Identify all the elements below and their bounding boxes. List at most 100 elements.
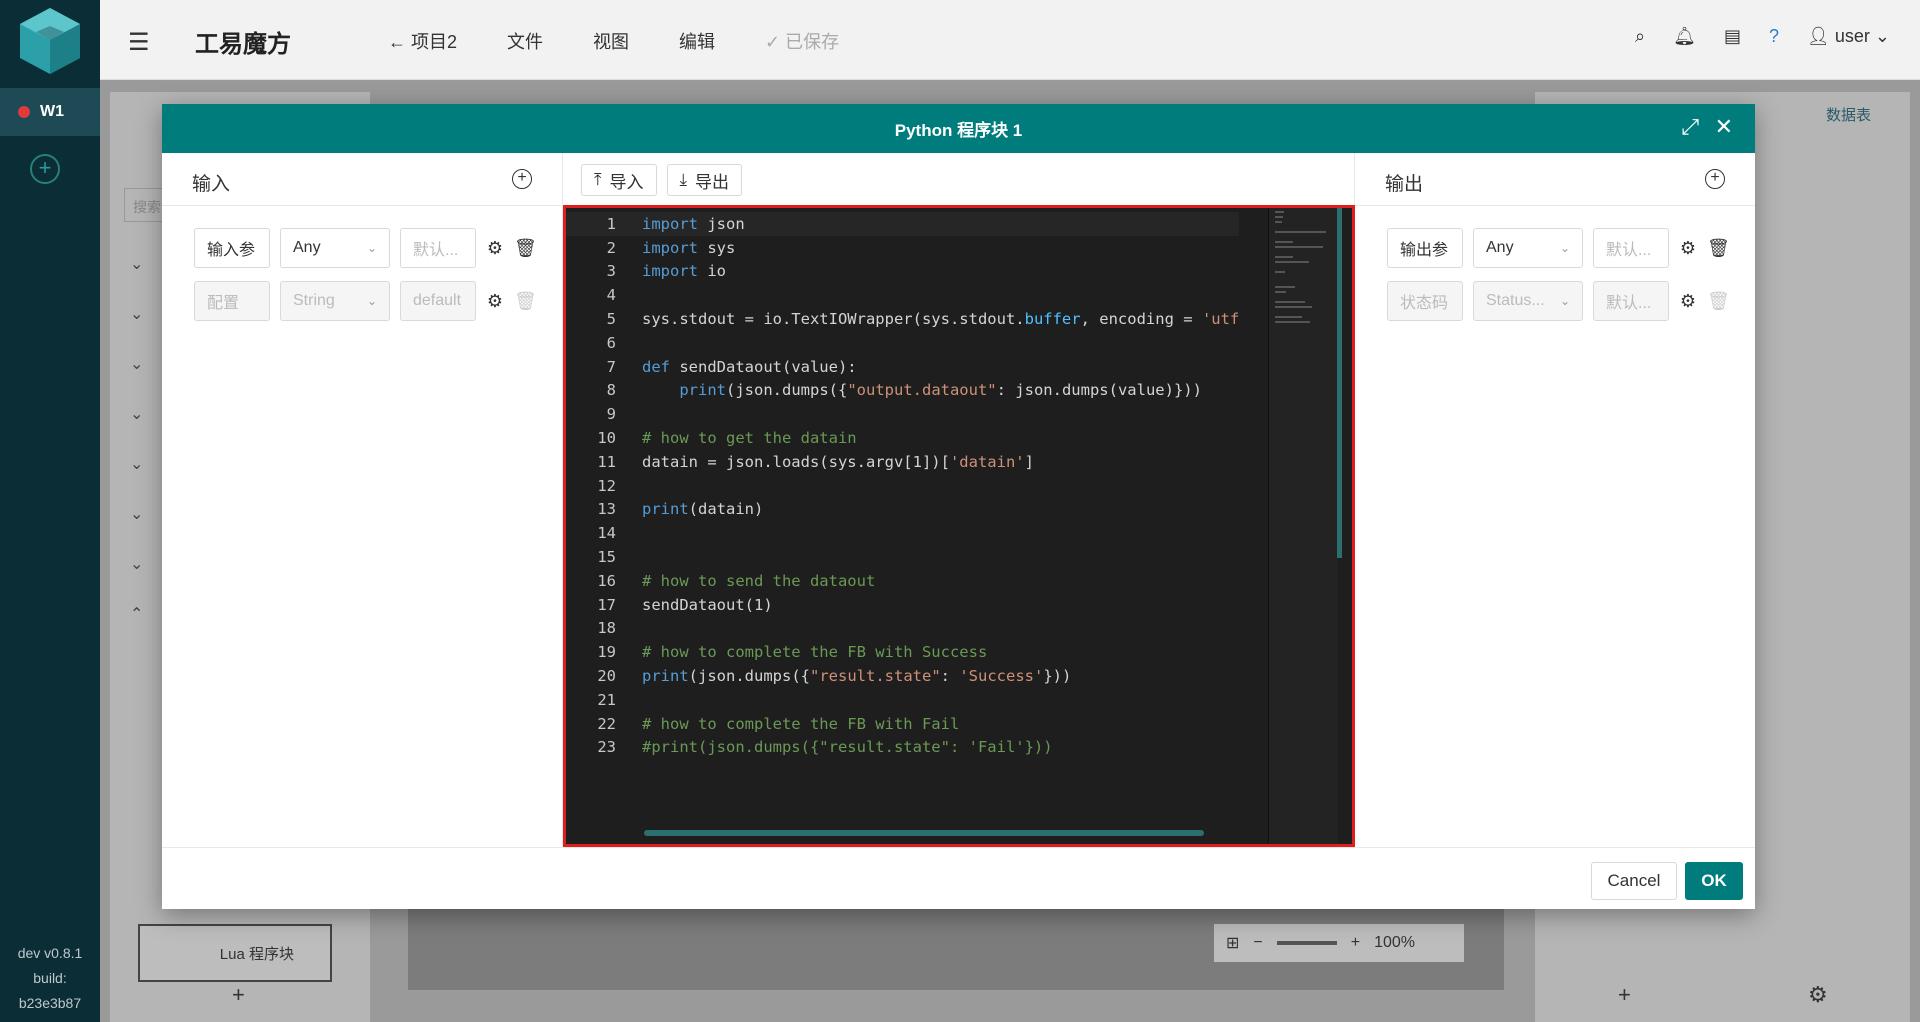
zoom-out-icon[interactable]: − [1253, 934, 1262, 952]
code-line[interactable]: 16 # how to send the dataout [566, 569, 1239, 593]
bell-icon[interactable]: 🔔︎ [1673, 26, 1696, 47]
ok-button[interactable]: OK [1685, 862, 1743, 900]
code-line[interactable]: 12 [566, 474, 1239, 498]
tab-data-table[interactable]: 数据表 [1826, 104, 1871, 125]
lua-block-label: Lua 程序块 [219, 945, 294, 963]
param-default-input[interactable]: 默认... [1593, 228, 1669, 268]
lua-block-item[interactable]: Lua 程序块 [138, 924, 332, 982]
top-actions: ⌕ 🔔︎ ▤ ? 👤︎ user ⌄ [1635, 26, 1890, 47]
line-number: 18 [597, 619, 616, 638]
export-button[interactable]: ⤓ 导出 [666, 164, 743, 196]
menu-view[interactable]: 视图 [593, 28, 629, 54]
code-line[interactable]: 11 datain = json.loads(sys.argv[1])['data… [566, 450, 1239, 474]
param-name-input[interactable]: 输入参 [194, 228, 270, 268]
minimap-line [1275, 211, 1284, 213]
app-title: 工易魔方 [195, 31, 291, 58]
code-text: # how to complete the FB with Success [642, 643, 988, 662]
chevron-down-icon: ⌄ [366, 294, 377, 308]
zoom-in-icon[interactable]: + [1351, 934, 1360, 952]
line-number: 17 [597, 595, 616, 614]
horizontal-scrollbar[interactable] [644, 830, 1204, 836]
line-number: 11 [597, 452, 616, 471]
user-menu[interactable]: 👤︎ user ⌄ [1807, 26, 1890, 47]
line-number: 3 [606, 262, 616, 281]
code-minimap[interactable] [1268, 208, 1338, 844]
code-line[interactable]: 19 # how to complete the FB with Success [566, 640, 1239, 664]
import-button[interactable]: ⤒ 导入 [581, 164, 657, 196]
add-block-icon[interactable]: + [232, 982, 245, 1008]
code-line[interactable]: 13 print(datain) [566, 498, 1239, 522]
code-line[interactable]: 22 # how to complete the FB with Fail [566, 712, 1239, 736]
minimap-line [1275, 301, 1305, 303]
line-number: 10 [597, 429, 616, 448]
zoom-slider[interactable] [1276, 941, 1337, 945]
code-line[interactable]: 15 [566, 545, 1239, 569]
add-output-icon[interactable]: + [1705, 169, 1725, 189]
code-line[interactable]: 1 import json [566, 212, 1240, 236]
help-icon[interactable]: ? [1769, 26, 1779, 47]
vertical-scrollbar[interactable] [1337, 208, 1342, 558]
code-line[interactable]: 14 [566, 521, 1239, 545]
gear-icon[interactable]: ⚙ [486, 238, 504, 259]
build-line: build: [33, 970, 67, 986]
param-type-value: Any [1486, 239, 1514, 256]
close-icon[interactable]: ✕ [1715, 114, 1733, 140]
status-dot-icon [18, 106, 30, 118]
code-line[interactable]: 18 [566, 617, 1239, 641]
add-workspace-button[interactable]: + [30, 154, 60, 184]
line-number: 19 [597, 643, 616, 662]
code-line[interactable]: 4 [566, 283, 1239, 307]
gear-icon[interactable]: ⚙ [486, 291, 504, 312]
back-project-link[interactable]: ← 项目2 [388, 28, 457, 54]
param-type-select[interactable]: Any ⌄ [1473, 228, 1583, 268]
param-type-value: Any [293, 239, 321, 256]
code-line[interactable]: 20 print(json.dumps({"result.state": 'Suc… [566, 664, 1239, 688]
input-pane: 输入 + 输入参 Any ⌄ 默认... ⚙ 🗑︎ 配置 String ⌄ defa… [162, 153, 562, 847]
fit-view-icon[interactable]: ⊞ [1226, 933, 1239, 953]
menu-toggle-icon[interactable]: ☰ [128, 28, 150, 57]
line-number: 20 [597, 667, 616, 686]
version-line: dev v0.8.1 [17, 945, 83, 961]
cancel-button[interactable]: Cancel [1591, 862, 1677, 900]
code-toolbar: ⤒ 导入 ⤓ 导出 [581, 164, 743, 196]
version-info: dev v0.8.1 build: b23e3b87 [0, 941, 100, 1016]
trash-icon: 🗑︎ [514, 290, 537, 311]
library-chevrons: ⌄ ⌄ ⌄ ⌄ ⌄ ⌄ ⌄ ⌃ [130, 256, 144, 623]
gear-icon[interactable]: ⚙ [1808, 982, 1828, 1008]
line-number: 8 [606, 381, 616, 400]
top-nav: ← 项目2 文件 视图 编辑 ✓ 已保存 [388, 28, 839, 54]
code-line[interactable]: 3 import io [566, 260, 1239, 284]
code-line[interactable]: 10 # how to get the datain [566, 426, 1239, 450]
code-line[interactable]: 17 sendDataout(1) [566, 593, 1239, 617]
code-line[interactable]: 2 import sys [566, 236, 1239, 260]
code-line[interactable]: 7 def sendDataout(value): [566, 355, 1239, 379]
code-text: # how to complete the FB with Fail [642, 714, 960, 733]
code-editor[interactable]: 1 import json 2 import sys 3 import io 4 5 sys.s… [563, 205, 1355, 847]
menu-edit[interactable]: 编辑 [679, 28, 715, 54]
menu-file[interactable]: 文件 [507, 28, 543, 54]
code-line[interactable]: 8 print(json.dumps({"output.dataout": js… [566, 379, 1239, 403]
code-line[interactable]: 23 #print(json.dumps({"result.state": 'Fa… [566, 736, 1239, 760]
search-icon[interactable]: ⌕ [1635, 26, 1645, 47]
param-default-input[interactable]: 默认... [400, 228, 476, 268]
fullscreen-icon[interactable]: ⤢ [1681, 114, 1699, 140]
chevron-down-icon: ⌄ [1559, 241, 1570, 255]
trash-icon[interactable]: 🗑︎ [514, 238, 537, 259]
gear-icon[interactable]: ⚙ [1679, 238, 1697, 259]
workspace-tab-w1[interactable]: W1 [0, 88, 100, 136]
code-line[interactable]: 21 [566, 688, 1239, 712]
trash-icon[interactable]: 🗑︎ [1707, 238, 1730, 259]
param-name-input[interactable]: 输出参 [1387, 228, 1463, 268]
code-line[interactable]: 6 [566, 331, 1239, 355]
gear-icon[interactable]: ⚙ [1679, 291, 1697, 312]
line-number: 15 [597, 548, 616, 567]
add-property-icon[interactable]: + [1618, 982, 1631, 1008]
document-icon[interactable]: ▤ [1724, 26, 1741, 47]
param-type-select[interactable]: Any ⌄ [280, 228, 390, 268]
code-line[interactable]: 9 [566, 402, 1239, 426]
add-input-icon[interactable]: + [512, 169, 532, 189]
minimap-line [1275, 316, 1303, 318]
param-type-value: Status... [1486, 292, 1545, 309]
input-param-row: 配置 String ⌄ default ⚙ 🗑︎ [194, 281, 537, 321]
code-line[interactable]: 5 sys.stdout = io.TextIOWrapper(sys.stdou… [566, 307, 1240, 331]
